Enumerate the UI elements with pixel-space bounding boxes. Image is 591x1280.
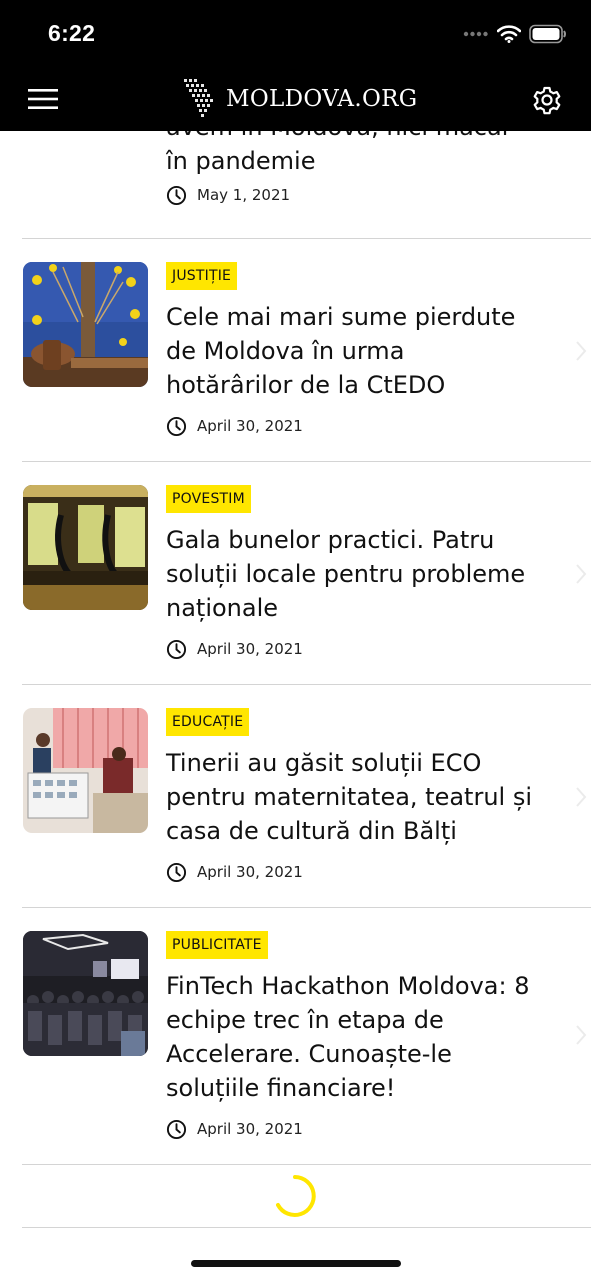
date-text: April 30, 2021 — [197, 640, 303, 658]
loading-spinner — [270, 1171, 320, 1221]
category-tag[interactable]: POVESTIM — [166, 485, 251, 513]
divider — [22, 461, 591, 462]
spinner-icon — [276, 1175, 316, 1217]
cellular-signal-icon — [463, 31, 488, 37]
home-indicator[interactable] — [191, 1260, 401, 1267]
article-card[interactable]: POVESTIM Gala bunelor practici. Patru so… — [0, 485, 591, 665]
date-text: April 30, 2021 — [197, 863, 303, 881]
article-card[interactable]: JUSTIȚIE Cele mai mari sume pierdute de … — [0, 262, 591, 442]
chevron-right-icon — [576, 1025, 587, 1045]
article-thumbnail — [23, 931, 148, 1056]
article-thumbnail — [23, 708, 148, 833]
date-text: April 30, 2021 — [197, 417, 303, 435]
article-title: Cele mai mari sume pierdute de Moldova î… — [166, 303, 516, 399]
article-title: FinTech Hackathon Moldova: 8 echipe trec… — [166, 972, 530, 1102]
category-tag[interactable]: PUBLICITATE — [166, 931, 268, 959]
category-tag[interactable]: EDUCAȚIE — [166, 708, 250, 736]
date-text: April 30, 2021 — [197, 1120, 303, 1138]
date-text: May 1, 2021 — [197, 186, 291, 204]
article-date: April 30, 2021 — [166, 638, 536, 660]
status-bar: 6:22 — [0, 0, 591, 70]
divider — [22, 684, 591, 685]
divider — [22, 1164, 591, 1165]
wifi-icon — [497, 25, 521, 43]
article-title: Gala bunelor practici. Patru soluții loc… — [166, 526, 526, 622]
chevron-right-icon — [576, 341, 587, 361]
title-line-2: în pandemie — [166, 147, 316, 175]
site-logo[interactable]: MOLDOVA.ORG — [180, 76, 417, 122]
article-card[interactable]: PUBLICITATE FinTech Hackathon Moldova: 8… — [0, 931, 591, 1151]
chevron-right-icon — [576, 787, 587, 807]
clock-icon — [166, 416, 187, 436]
gear-icon[interactable] — [531, 84, 563, 116]
battery-icon — [529, 24, 566, 44]
hamburger-menu-icon[interactable] — [28, 87, 58, 111]
article-card[interactable]: EDUCAȚIE Tinerii au găsit soluții ECO pe… — [0, 708, 591, 888]
divider — [22, 238, 591, 239]
app-bar: MOLDOVA.ORG — [0, 70, 591, 131]
article-title: Tinerii au găsit soluții ECO pentru mate… — [166, 749, 533, 845]
article-thumbnail — [23, 262, 148, 387]
article-date: April 30, 2021 — [166, 861, 536, 883]
article-date: May 1, 2021 — [166, 184, 546, 206]
logo-text: MOLDOVA.ORG — [226, 86, 418, 112]
clock-icon — [166, 862, 187, 882]
moldova-map-icon — [184, 79, 213, 117]
clock-icon — [166, 639, 187, 659]
article-thumbnail — [23, 485, 148, 610]
article-feed[interactable]: avem în Moldova, nici măcar în pandemie … — [0, 0, 591, 1230]
article-date: April 30, 2021 — [166, 415, 536, 437]
clock-icon — [166, 185, 187, 205]
category-tag[interactable]: JUSTIȚIE — [166, 262, 238, 290]
chevron-right-icon — [576, 564, 587, 584]
status-time: 6:22 — [48, 20, 96, 46]
status-icons — [463, 24, 567, 44]
clock-icon — [166, 1119, 187, 1139]
article-date: April 30, 2021 — [166, 1118, 536, 1140]
divider — [22, 1227, 591, 1228]
divider — [22, 907, 591, 908]
